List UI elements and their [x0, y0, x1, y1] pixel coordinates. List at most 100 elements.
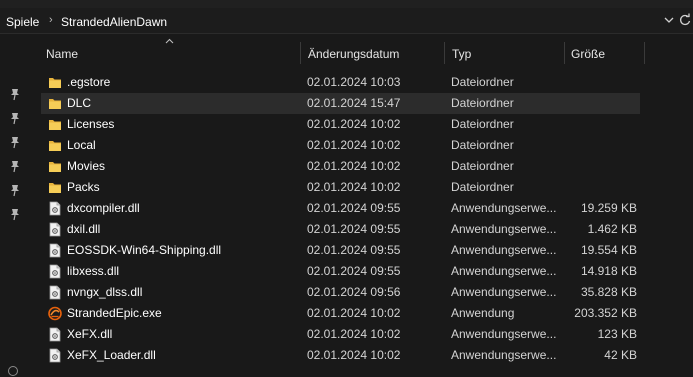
column-divider[interactable] [300, 42, 301, 64]
file-size: 19.554 KB [580, 243, 637, 257]
file-row[interactable]: nvngx_dlss.dll 02.01.2024 09:56 Anwendungs… [41, 282, 640, 303]
file-row[interactable]: EOSSDK-Win64-Shipping.dll 02.01.2024 09:5… [41, 240, 640, 261]
file-type: Anwendungserwe... [451, 264, 557, 278]
file-row[interactable]: StrandedEpic.exe 02.01.2024 10:02 Anwendun… [41, 303, 640, 324]
column-divider[interactable] [644, 42, 645, 64]
file-date: 02.01.2024 10:02 [307, 180, 401, 194]
pin-icon[interactable] [9, 87, 21, 101]
folder-icon [48, 96, 62, 111]
file-name: EOSSDK-Win64-Shipping.dll [67, 243, 222, 257]
file-size: 35.828 KB [580, 285, 637, 299]
file-date: 02.01.2024 10:02 [307, 117, 401, 131]
file-date: 02.01.2024 10:02 [307, 159, 401, 173]
file-row[interactable]: XeFX_Loader.dll 02.01.2024 10:02 Anwendung… [41, 345, 640, 366]
file-name: StrandedEpic.exe [67, 306, 162, 320]
dll-file-icon [48, 285, 62, 300]
address-history-chevron-icon[interactable] [662, 12, 676, 28]
file-row[interactable]: dxil.dll 02.01.2024 09:55 Anwendungserwe..… [41, 219, 640, 240]
sort-ascending-icon [165, 38, 174, 44]
refresh-icon[interactable] [678, 12, 692, 28]
pin-icon[interactable] [9, 183, 21, 197]
column-divider[interactable] [564, 42, 565, 64]
dll-file-icon [48, 348, 62, 363]
file-type: Anwendungserwe... [451, 222, 557, 236]
file-date: 02.01.2024 10:03 [307, 75, 401, 89]
file-size: 19.259 KB [580, 201, 637, 215]
file-row[interactable]: Movies 02.01.2024 10:02 Dateiordner [41, 156, 640, 177]
file-date: 02.01.2024 10:02 [307, 348, 401, 362]
column-header-name[interactable]: Name [46, 47, 78, 61]
file-name: dxil.dll [67, 222, 101, 236]
breadcrumb[interactable]: Spiele › StrandedAlienDawn [0, 8, 693, 34]
file-date: 02.01.2024 10:02 [307, 306, 401, 320]
file-name: dxcompiler.dll [67, 201, 140, 215]
file-type: Anwendungserwe... [451, 285, 557, 299]
file-size: 203.352 KB [574, 306, 637, 320]
file-date: 02.01.2024 10:02 [307, 327, 401, 341]
file-name: XeFX.dll [67, 327, 113, 341]
file-date: 02.01.2024 10:02 [307, 138, 401, 152]
file-type: Dateiordner [451, 138, 514, 152]
pin-icon[interactable] [9, 111, 21, 125]
file-row[interactable]: libxess.dll 02.01.2024 09:55 Anwendungserw… [41, 261, 640, 282]
file-row[interactable]: dxcompiler.dll 02.01.2024 09:55 Anwendungs… [41, 198, 640, 219]
file-type: Dateiordner [451, 117, 514, 131]
status-bar-icon [8, 366, 18, 376]
file-row[interactable]: Local 02.01.2024 10:02 Dateiordner [41, 135, 640, 156]
file-date: 02.01.2024 09:55 [307, 201, 401, 215]
file-date: 02.01.2024 15:47 [307, 96, 401, 110]
file-name: XeFX_Loader.dll [67, 348, 156, 362]
file-row[interactable]: XeFX.dll 02.01.2024 10:02 Anwendungserwe..… [41, 324, 640, 345]
file-name: Movies [67, 159, 106, 173]
file-name: Local [67, 138, 96, 152]
file-date: 02.01.2024 09:55 [307, 222, 401, 236]
pin-icon[interactable] [9, 135, 21, 149]
file-type: Dateiordner [451, 180, 514, 194]
file-row[interactable]: DLC 02.01.2024 15:47 Dateiordner [41, 93, 640, 114]
column-header-size[interactable]: Größe [571, 47, 605, 61]
file-size: 14.918 KB [580, 264, 637, 278]
column-divider[interactable] [444, 42, 445, 64]
column-header-date[interactable]: Änderungsdatum [308, 47, 399, 61]
file-name: nvngx_dlss.dll [67, 285, 143, 299]
folder-icon [48, 138, 62, 153]
app-exe-icon [48, 306, 62, 321]
breadcrumb-separator-icon: › [49, 14, 53, 26]
dll-file-icon [48, 222, 62, 237]
file-row[interactable]: .egstore 02.01.2024 10:03 Dateiordner [41, 72, 640, 93]
file-type: Anwendungserwe... [451, 327, 557, 341]
breadcrumb-item-spiele[interactable]: Spiele [6, 15, 39, 29]
pin-icon[interactable] [9, 159, 21, 173]
window-top-strip [0, 0, 693, 8]
file-type: Dateiordner [451, 159, 514, 173]
file-name: DLC [67, 96, 92, 110]
file-name: Licenses [67, 117, 115, 131]
file-size: 1.462 KB [587, 222, 637, 236]
file-name: .egstore [67, 75, 111, 89]
file-type: Anwendungserwe... [451, 348, 557, 362]
dll-file-icon [48, 264, 62, 279]
file-type: Dateiordner [451, 75, 514, 89]
file-type: Dateiordner [451, 96, 514, 110]
file-size: 42 KB [604, 348, 637, 362]
breadcrumb-item-current[interactable]: StrandedAlienDawn [61, 15, 167, 29]
file-type: Anwendungserwe... [451, 201, 557, 215]
file-name: libxess.dll [67, 264, 120, 278]
folder-icon [48, 180, 62, 195]
file-date: 02.01.2024 09:56 [307, 285, 401, 299]
file-row[interactable]: Licenses 02.01.2024 10:02 Dateiordner [41, 114, 640, 135]
dll-file-icon [48, 201, 62, 216]
folder-icon [48, 75, 62, 90]
dll-file-icon [48, 327, 62, 342]
pin-icon[interactable] [9, 207, 21, 221]
file-row[interactable]: Packs 02.01.2024 10:02 Dateiordner [41, 177, 640, 198]
column-header-type[interactable]: Typ [452, 47, 471, 61]
file-name: Packs [67, 180, 100, 194]
file-type: Anwendungserwe... [451, 243, 557, 257]
file-date: 02.01.2024 09:55 [307, 264, 401, 278]
quick-access-rail [0, 36, 30, 377]
dll-file-icon [48, 243, 62, 258]
folder-icon [48, 117, 62, 132]
file-size: 123 KB [597, 327, 637, 341]
folder-icon [48, 159, 62, 174]
